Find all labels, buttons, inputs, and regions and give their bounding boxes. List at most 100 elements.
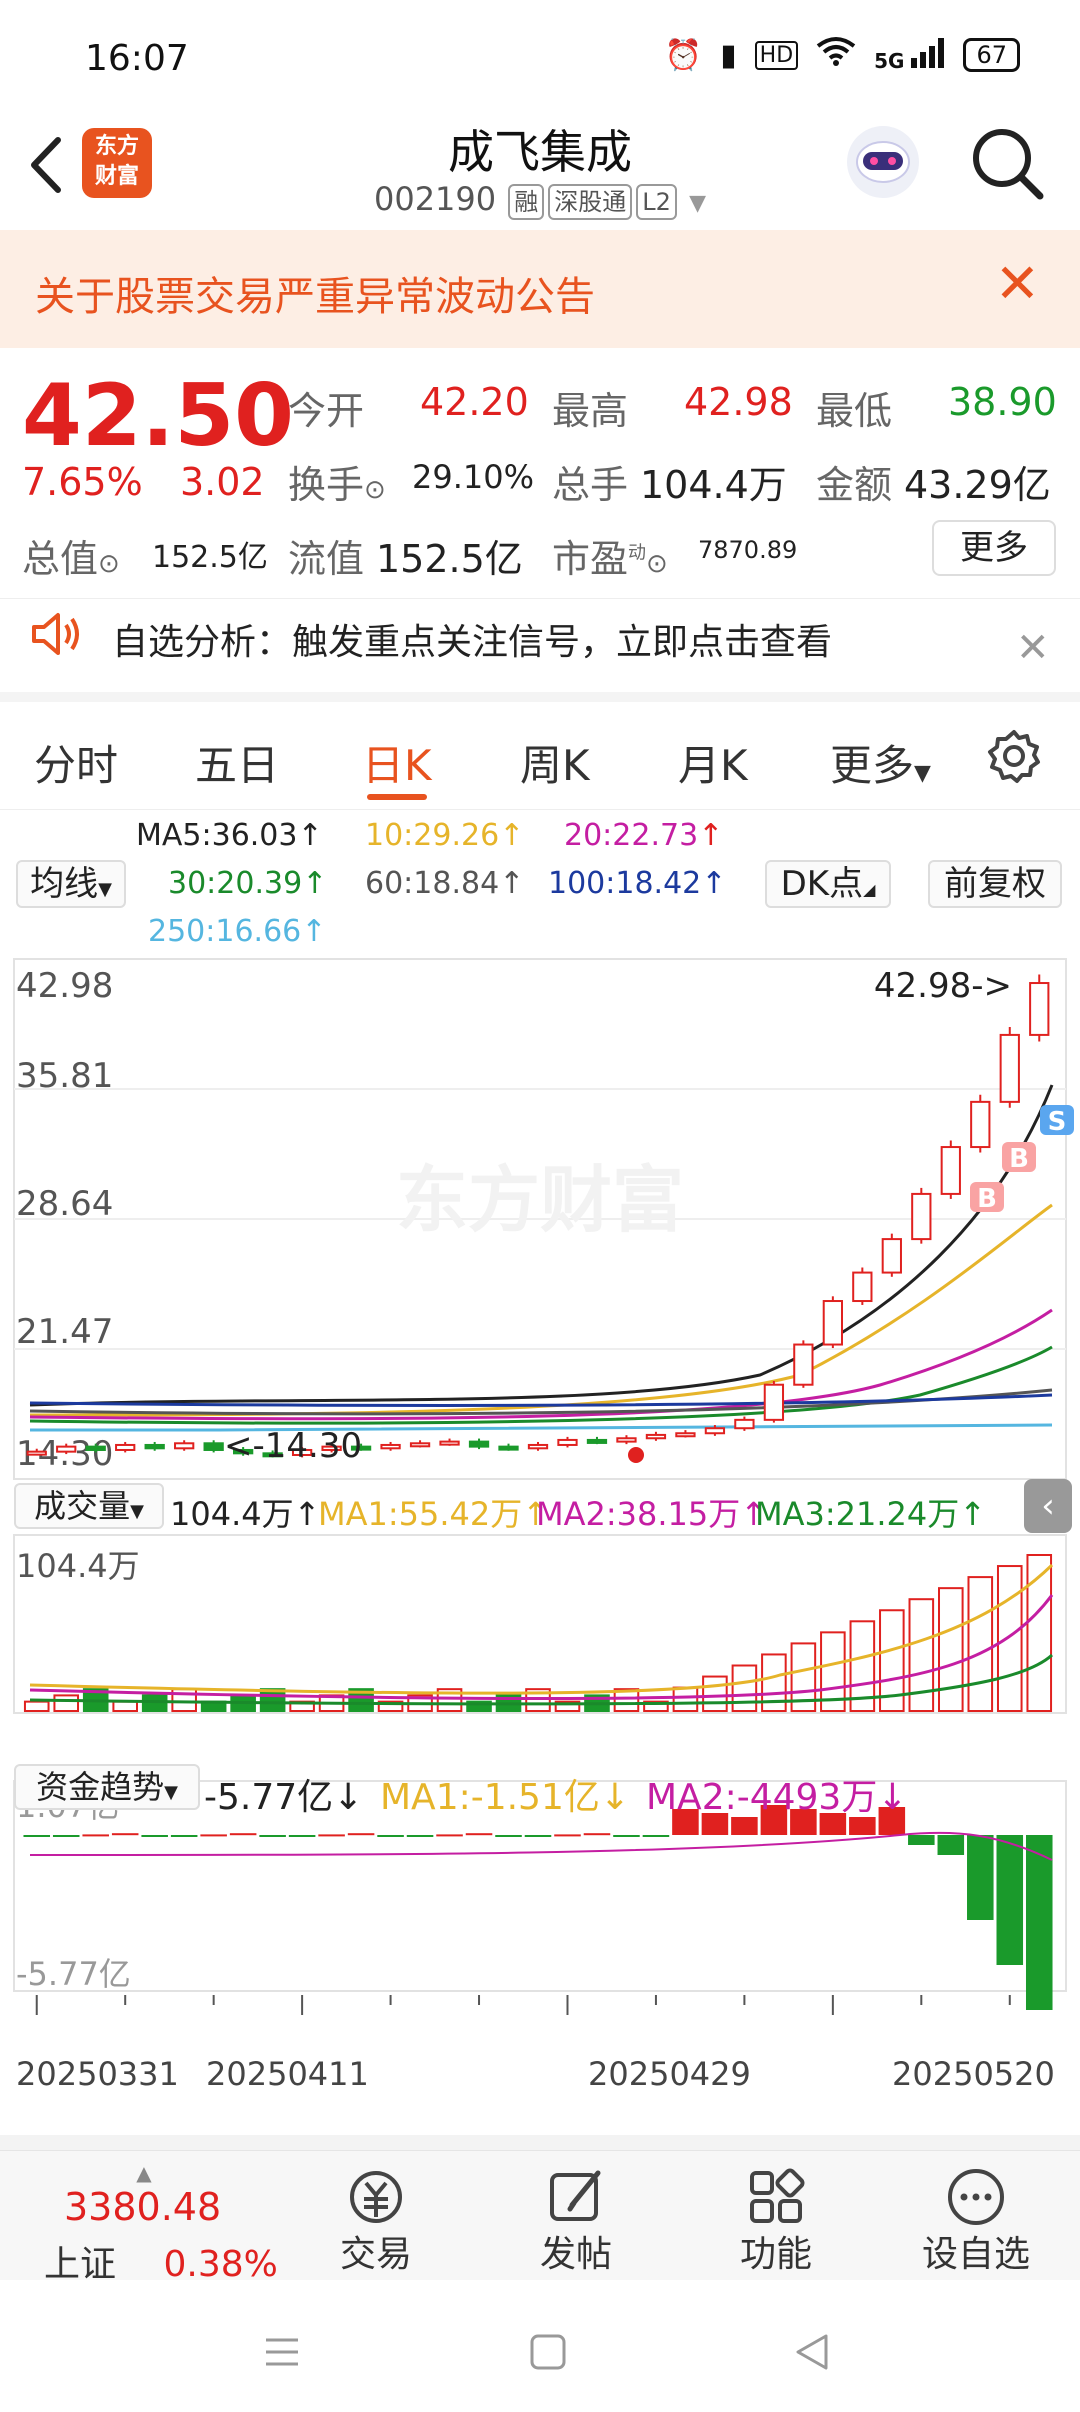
candle-body-31 (940, 1146, 961, 1195)
candle-body-2 (85, 1445, 106, 1451)
volume-bar-0 (23, 1700, 50, 1713)
candle-body-3 (115, 1443, 136, 1451)
candle-body-14 (439, 1440, 460, 1446)
turnover-label: 换手⊙ (288, 463, 386, 507)
tab-more[interactable]: 更多▼ (830, 732, 931, 793)
date-label-0411: 20250411 (206, 2055, 369, 2093)
fund-legend: 资金趋势▼ -5.77亿↓ MA1:-1.51亿↓ MA2:-4493万↓ (0, 1762, 1080, 1818)
date-label-0331: 20250331 (16, 2055, 179, 2093)
analysis-banner[interactable]: 自选分析：触发重点关注信号，立即点击查看 ✕ (0, 598, 1080, 702)
vibrate-icon: ▮ (720, 37, 737, 73)
gear-icon[interactable] (986, 728, 1042, 788)
vol-ma1-value: MA1:55.42万↑ (318, 1495, 550, 1533)
low-marker: <-14.30 (224, 1426, 362, 1466)
fund-bar-15 (465, 1833, 493, 1836)
fund-bar-11 (347, 1833, 375, 1836)
tab-daily-k[interactable]: 日K (362, 732, 432, 793)
signal-icon: 5G (874, 37, 945, 73)
volume-label: 总手 (552, 463, 629, 507)
fund-bar-33 (996, 1835, 1024, 1965)
ma5-value: MA5:36.03↑ (136, 818, 323, 853)
volume-bar-23 (702, 1675, 728, 1712)
panel-divider (0, 2135, 1080, 2150)
sell-signal[interactable]: S (1040, 1105, 1074, 1137)
indicator-selector[interactable]: 均线▼ (16, 860, 126, 908)
bottom-nav: ▲ 3380.48 上证 0.38% 交易 发帖 功能 设自选 (0, 2150, 1080, 2285)
close-icon[interactable]: ✕ (995, 252, 1040, 315)
volume-bar-1 (53, 1694, 80, 1713)
more-button[interactable]: 更多 (932, 520, 1056, 576)
adjust-button[interactable]: 前复权 (928, 860, 1062, 908)
dk-point-button[interactable]: DK点◢ (765, 860, 891, 908)
fund-bar-10 (318, 1834, 345, 1837)
fund-bar-14 (436, 1834, 463, 1837)
fund-bar-1 (52, 1835, 80, 1837)
ma100-value: 100:18.42↑ (548, 866, 727, 901)
search-icon[interactable] (970, 126, 1046, 202)
high-value: 42.98 (684, 380, 793, 424)
kline-chart-area[interactable]: 东方财富 42.98 35.81 28.64 21.47 14.30 42.98… (0, 955, 1080, 2150)
fund-bar-21 (642, 1835, 670, 1837)
close-icon[interactable]: ✕ (1016, 625, 1050, 671)
float-label: 流值 (288, 537, 365, 581)
candle-body-22 (675, 1432, 696, 1438)
vol-ma2-value: MA2:38.15万↑ (536, 1495, 768, 1533)
robot-avatar-icon[interactable] (843, 122, 923, 202)
nav-function[interactable]: 功能 (706, 2151, 846, 2277)
volume-bar-33 (996, 1565, 1023, 1712)
back-nav-icon[interactable] (792, 2332, 832, 2376)
tab-monthly-k[interactable]: 月K (678, 732, 748, 793)
volume-bar-31 (938, 1587, 964, 1713)
period-tabs: 分时 五日 日K 周K 月K 更多▼ (0, 702, 1080, 810)
candle-body-6 (203, 1442, 224, 1451)
volume-bar-22 (672, 1686, 699, 1712)
volume-legend: 成交量▼ 104.4万↑ MA1:55.42万↑ MA2:38.15万↑ MA3… (0, 1477, 1080, 1537)
high-marker: 42.98-> (874, 966, 1012, 1006)
pe-label: 市盈动⊙ (552, 537, 668, 581)
mcap-value: 152.5亿 (152, 540, 268, 575)
tab-intraday[interactable]: 分时 (34, 732, 118, 793)
nav-add-watchlist[interactable]: 设自选 (906, 2151, 1046, 2277)
ma10-value: 10:29.26↑ (365, 818, 525, 853)
fund-bar-31 (937, 1835, 965, 1855)
fund-selector[interactable]: 资金趋势▼ (14, 1764, 200, 1810)
change-amount: 3.02 (180, 460, 265, 504)
more-dots-icon (906, 2151, 1046, 2225)
grid-icon (706, 2151, 846, 2225)
info-icon: ⊙ (646, 549, 668, 579)
announcement-banner[interactable]: 关于股票交易严重异常波动公告 ✕ (0, 230, 1080, 348)
candle-body-21 (645, 1433, 667, 1440)
menu-icon[interactable] (262, 2332, 302, 2376)
fund-bar-17 (524, 1835, 552, 1837)
tab-five-day[interactable]: 五日 (195, 732, 279, 793)
pe-value: 7870.89 (698, 536, 798, 564)
fund-bar-32 (967, 1835, 994, 1920)
stock-code: 002190 (373, 180, 497, 218)
candle-body-34 (1029, 982, 1050, 1036)
nav-post[interactable]: 发帖 (506, 2151, 646, 2277)
collapse-panel-icon[interactable]: ‹ (1024, 1479, 1072, 1533)
volume-panel[interactable]: 104.4万 (13, 1534, 1067, 1714)
announcement-text: 关于股票交易严重异常波动公告 (35, 274, 595, 320)
svg-text:B: B (1009, 1144, 1029, 1174)
fund-bar-12 (377, 1835, 404, 1837)
amount-label: 金额 (816, 463, 893, 507)
candle-body-17 (527, 1443, 549, 1450)
date-label-0429: 20250429 (588, 2055, 751, 2093)
candle-body-0 (26, 1450, 47, 1456)
tab-weekly-k[interactable]: 周K (520, 732, 590, 793)
fund-bar-6 (200, 1834, 227, 1837)
volume-panel-frame (13, 1534, 1067, 1714)
hd-icon: HD (754, 40, 799, 70)
index-ticker[interactable]: ▲ 3380.48 上证 0.38% (44, 2161, 284, 2287)
home-icon[interactable] (528, 2332, 568, 2376)
volume-selector[interactable]: 成交量▼ (14, 1483, 164, 1529)
candle-body-4 (144, 1443, 165, 1450)
active-tab-indicator (367, 794, 427, 800)
fund-bar-30 (908, 1835, 935, 1845)
wifi-icon (816, 36, 856, 74)
mcap-label: 总值⊙ (22, 537, 120, 581)
date-axis (35, 1995, 1011, 2015)
nav-trade[interactable]: 交易 (306, 2151, 446, 2277)
kline-y-axis-labels: 42.98 35.81 28.64 21.47 14.30 (16, 966, 113, 1474)
